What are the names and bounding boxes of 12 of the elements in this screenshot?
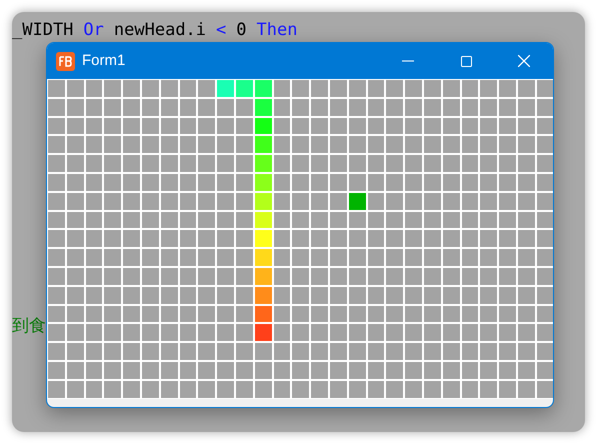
code-keyword: Then xyxy=(256,21,298,39)
window-title: Form1 xyxy=(82,50,126,71)
code-keyword: Or xyxy=(83,21,104,39)
code-text: newHead.i xyxy=(114,21,206,39)
app-icon xyxy=(56,52,75,70)
close-icon xyxy=(518,55,530,67)
minimize-icon xyxy=(402,60,414,62)
code-text: _WIDTH xyxy=(12,21,74,39)
code-keyword: < xyxy=(216,21,226,39)
code-text: 0 xyxy=(236,21,247,39)
code-comment: 到食 xyxy=(12,315,46,338)
maximize-icon xyxy=(460,56,472,66)
